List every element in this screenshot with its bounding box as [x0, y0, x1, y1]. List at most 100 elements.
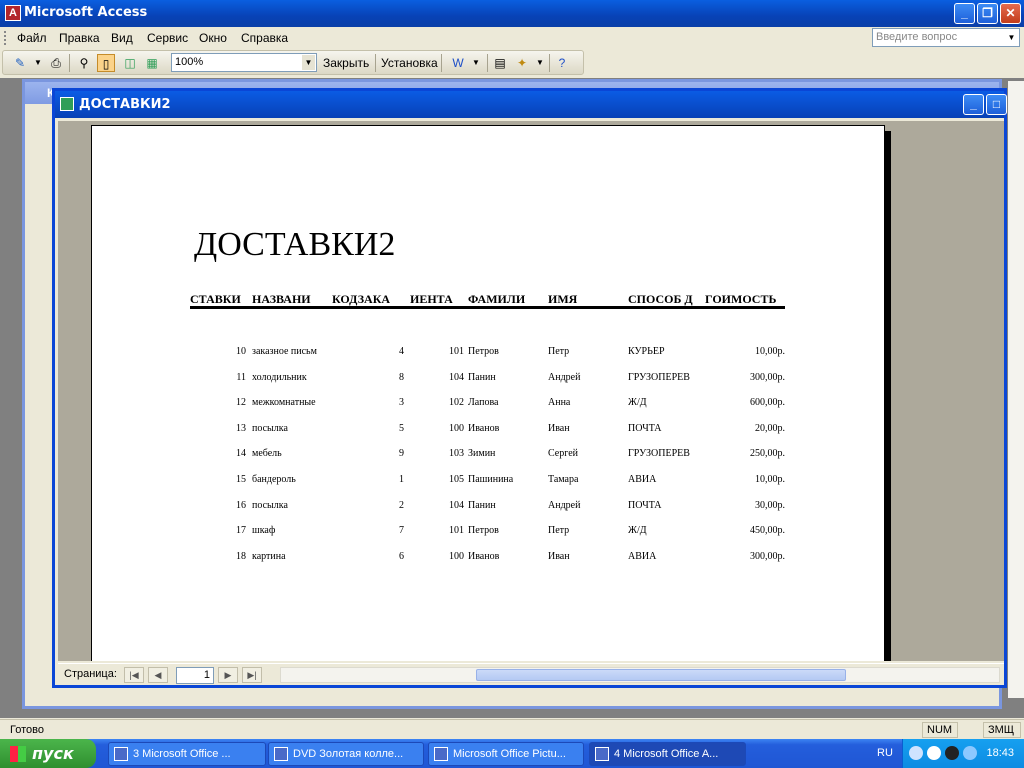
report-cell: 15	[236, 474, 246, 485]
first-page-icon[interactable]: |◀	[124, 667, 144, 683]
report-cell: Иван	[548, 422, 570, 434]
report-cell: Андрей	[548, 371, 581, 383]
report-cell: Иванов	[468, 550, 500, 562]
column-header: СПОСОБ Д	[628, 292, 693, 306]
report-cell: мебель	[252, 448, 282, 460]
design-view-icon[interactable]: ✎	[11, 54, 29, 72]
restore-button[interactable]: ❐	[977, 3, 998, 24]
chevron-down-icon[interactable]: ▼	[29, 54, 47, 72]
report-window-titlebar: ДОСТАВКИ2 _ □	[55, 91, 1007, 118]
tray-expand-icon[interactable]	[909, 746, 923, 760]
report-cell: 10	[236, 346, 246, 357]
magnifier-icon[interactable]: ⚲	[75, 54, 93, 72]
report-cell: бандероль	[252, 474, 296, 485]
multiple-pages-icon[interactable]: ▦	[143, 54, 161, 72]
last-page-icon[interactable]: ▶|	[242, 667, 262, 683]
report-cell: Иванов	[468, 422, 500, 434]
report-cell: 101	[449, 346, 464, 357]
horizontal-scrollbar[interactable]	[280, 667, 1000, 683]
taskbar-label: Microsoft Office Pictu...	[453, 748, 566, 760]
report-cell: 3	[399, 397, 404, 409]
report-cell: Лапова	[468, 397, 499, 409]
report-cell: картина	[252, 550, 286, 562]
taskbar-button[interactable]: 3 Microsoft Office ...	[108, 742, 266, 766]
report-cell: 8	[399, 371, 404, 383]
start-button[interactable]: пуск	[0, 739, 96, 768]
report-cell: Петр	[548, 346, 570, 357]
report-row: 11 холодильник 8 104 Панин Андрей ГРУЗОПЕРЕВ 30…	[190, 370, 785, 388]
report-cell: 1	[399, 474, 404, 485]
report-cell: межкомнатные	[252, 397, 316, 409]
report-cell: 104	[449, 499, 464, 511]
taskbar-button[interactable]: Microsoft Office Pictu...	[428, 742, 584, 766]
security-icon[interactable]	[963, 746, 977, 760]
report-cell: шкаф	[252, 525, 276, 537]
report-cell: 450,00р.	[750, 525, 785, 537]
help-icon[interactable]: ?	[553, 54, 571, 72]
zoom-value: 100%	[175, 56, 204, 68]
report-cell: 300,00р.	[750, 371, 785, 383]
menu-help[interactable]: Справка	[241, 31, 288, 45]
menu-tools[interactable]: Сервис	[147, 31, 188, 45]
menu-window[interactable]: Окно	[199, 31, 227, 45]
report-cell: 30,00р.	[755, 499, 785, 511]
picture-manager-icon	[434, 747, 448, 761]
one-page-icon[interactable]: ▯	[97, 54, 115, 72]
taskbar-button[interactable]: DVD Золотая колле...	[268, 742, 424, 766]
start-label: пуск	[32, 744, 74, 763]
printer-icon[interactable]: ⎙	[47, 54, 65, 72]
vertical-scrollbar[interactable]	[1008, 81, 1024, 698]
system-tray: 18:43	[902, 739, 1024, 768]
print-preview-area[interactable]: ДОСТАВКИ2 СТАВКИ НАЗВАНИ КОДЗАКА ИЕНТА Ф…	[58, 121, 1004, 661]
word-export-icon[interactable]: W	[449, 54, 467, 72]
close-preview-button[interactable]: Закрыть	[323, 56, 369, 70]
chevron-down-icon[interactable]: ▼	[531, 54, 549, 72]
report-cell: 300,00р.	[750, 550, 785, 562]
new-object-icon[interactable]: ✦	[513, 54, 531, 72]
taskbar-button[interactable]: 4 Microsoft Office A...	[589, 742, 746, 766]
report-cell: 102	[449, 397, 464, 409]
column-header: ИЕНТА	[410, 292, 453, 306]
menu-file[interactable]: Файл	[17, 31, 47, 45]
database-window-icon[interactable]: ▤	[491, 54, 509, 72]
report-row: 12 межкомнатные 3 102 Лапова Анна Ж/Д 600,00р.	[190, 395, 785, 413]
report-maximize-button[interactable]: □	[986, 94, 1007, 115]
column-header: ФАМИЛИ	[468, 292, 526, 306]
report-cell: посылка	[252, 422, 288, 434]
two-pages-icon[interactable]: ◫	[121, 54, 139, 72]
next-page-icon[interactable]: ▶	[218, 667, 238, 683]
zoom-select[interactable]: 100% ▼	[171, 53, 317, 72]
media-icon[interactable]	[945, 746, 959, 760]
scrollbar-thumb[interactable]	[476, 669, 846, 681]
ask-question-input[interactable]: Введите вопрос ▼	[872, 28, 1020, 47]
report-cell: 250,00р.	[750, 448, 785, 460]
language-indicator[interactable]: RU	[877, 747, 893, 759]
access-app-icon: A	[5, 5, 21, 21]
network-icon[interactable]	[927, 746, 941, 760]
page-number-input[interactable]: 1	[176, 667, 214, 684]
menu-edit[interactable]: Правка	[59, 31, 100, 45]
close-button[interactable]: ✕	[1000, 3, 1021, 24]
report-cell: 5	[399, 422, 404, 434]
column-header: КОДЗАКА	[332, 292, 391, 306]
page-setup-button[interactable]: Установка	[381, 56, 438, 70]
menu-grip[interactable]	[4, 31, 7, 45]
toolbar-separator	[375, 54, 376, 72]
ask-question-placeholder: Введите вопрос	[876, 31, 958, 43]
report-cell: 6	[399, 550, 404, 562]
report-row: 18 картина 6 100 Иванов Иван АВИА 300,00р.	[190, 549, 785, 567]
report-window-title: ДОСТАВКИ2	[79, 97, 171, 112]
menu-view[interactable]: Вид	[111, 31, 133, 45]
app-title: Microsoft Access	[24, 5, 148, 20]
app-titlebar: A Microsoft Access _ ❐ ✕	[0, 0, 1024, 27]
previous-page-icon[interactable]: ◀	[148, 667, 168, 683]
chevron-down-icon[interactable]: ▼	[302, 55, 315, 70]
report-minimize-button[interactable]: _	[963, 94, 984, 115]
chevron-down-icon[interactable]: ▼	[1005, 30, 1018, 45]
num-lock-indicator: NUM	[922, 722, 958, 738]
report-cell: 100	[449, 550, 464, 562]
minimize-button[interactable]: _	[954, 3, 975, 24]
page-navigation-bar: Страница: |◀ ◀ 1 ▶ ▶|	[58, 663, 1004, 685]
chevron-down-icon[interactable]: ▼	[467, 54, 485, 72]
report-cell: 4	[399, 346, 404, 357]
